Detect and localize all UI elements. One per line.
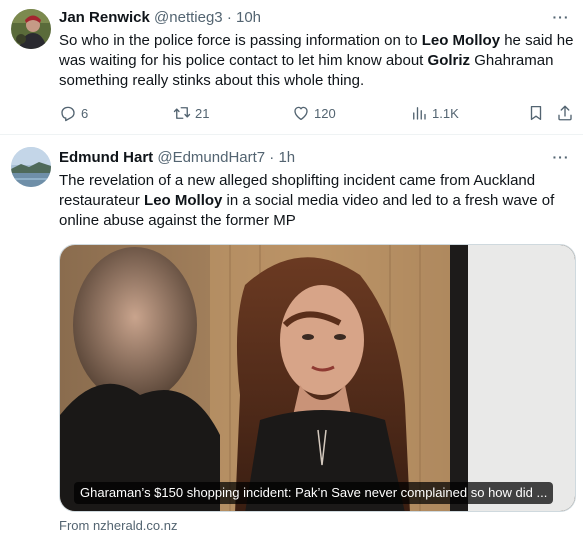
reply-button[interactable]: 6 bbox=[59, 103, 88, 123]
timestamp[interactable]: 10h bbox=[236, 9, 261, 26]
bookmark-icon bbox=[530, 105, 542, 121]
share-button[interactable] bbox=[556, 103, 578, 123]
heart-icon bbox=[294, 106, 308, 121]
tweet-actions: 6 21 120 1.1K bbox=[59, 103, 579, 123]
tweet-text: So who in the police force is passing in… bbox=[59, 31, 574, 91]
tweet-header: Edmund Hart @EdmundHart7 · 1h bbox=[59, 148, 295, 168]
views-chart-icon bbox=[413, 107, 426, 120]
more-dots-icon[interactable]: ··· bbox=[551, 150, 571, 170]
author-handle[interactable]: @EdmundHart7 bbox=[157, 149, 265, 166]
bookmark-button[interactable] bbox=[527, 103, 549, 123]
separator: · bbox=[269, 149, 275, 166]
card-caption: Gharaman’s $150 shopping incident: Pak’n… bbox=[74, 482, 554, 504]
reply-icon bbox=[61, 106, 75, 122]
mention-leo-molloy: Leo Molloy bbox=[421, 32, 501, 49]
link-card[interactable]: Gharaman’s $150 shopping incident: Pak’n… bbox=[59, 244, 576, 512]
timestamp[interactable]: 1h bbox=[278, 149, 295, 166]
avatar[interactable] bbox=[11, 147, 51, 187]
mention-leo-molloy: Leo Molloy bbox=[144, 192, 223, 209]
like-count: 120 bbox=[314, 105, 336, 121]
author-handle[interactable]: @nettieg3 bbox=[154, 9, 223, 26]
more-dots-icon[interactable]: ··· bbox=[551, 10, 571, 30]
retweet-count: 21 bbox=[195, 105, 210, 121]
tweet[interactable]: Jan Renwick @nettieg3 · 10h ··· So who i… bbox=[0, 0, 583, 135]
author-name[interactable]: Jan Renwick bbox=[59, 9, 150, 26]
share-icon bbox=[558, 105, 572, 121]
views-count: 1.1K bbox=[432, 105, 459, 121]
card-image bbox=[60, 245, 575, 511]
tweet-text: The revelation of a new alleged shoplift… bbox=[59, 171, 574, 231]
retweet-icon bbox=[173, 107, 191, 119]
card-source[interactable]: From nzherald.co.nz bbox=[59, 518, 178, 533]
author-name[interactable]: Edmund Hart bbox=[59, 149, 153, 166]
mention-golriz: Golriz bbox=[427, 52, 471, 69]
views-button[interactable]: 1.1K bbox=[410, 103, 459, 123]
tweet-header: Jan Renwick @nettieg3 · 10h bbox=[59, 8, 261, 28]
tweet-text-segment: So who in the police force is passing in… bbox=[59, 32, 422, 49]
reply-count: 6 bbox=[81, 105, 89, 121]
separator: · bbox=[226, 9, 232, 26]
like-button[interactable]: 120 bbox=[292, 103, 336, 123]
avatar[interactable] bbox=[11, 9, 51, 49]
tweet[interactable]: Edmund Hart @EdmundHart7 · 1h ··· The re… bbox=[0, 136, 583, 535]
retweet-button[interactable]: 21 bbox=[173, 103, 209, 123]
